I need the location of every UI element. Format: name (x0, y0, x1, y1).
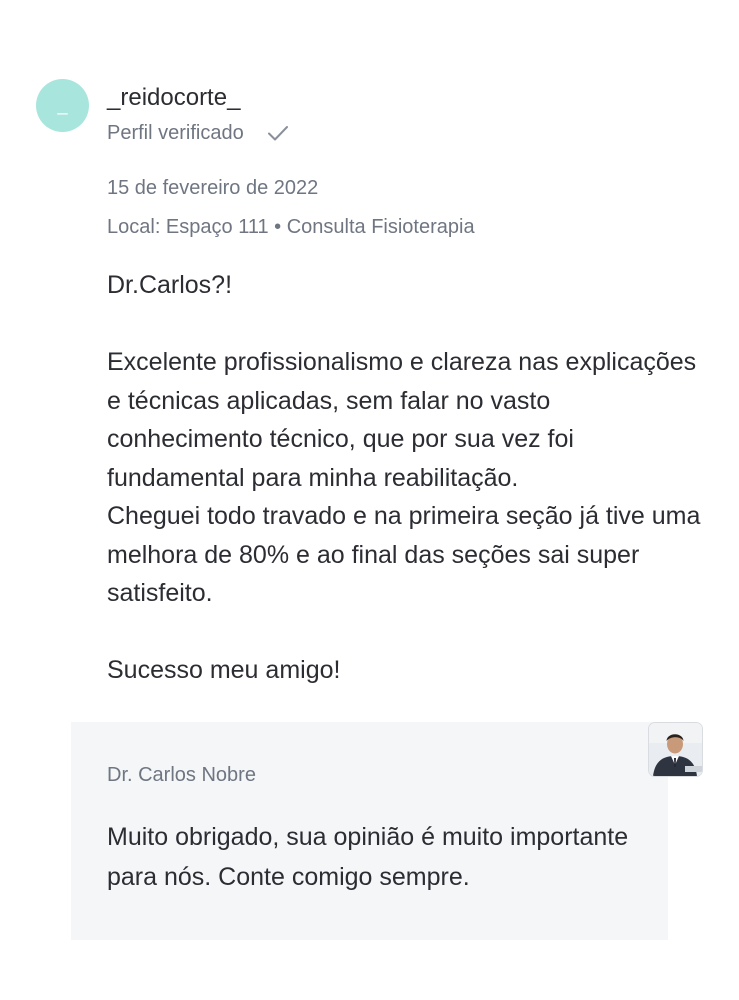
verified-profile: Perfil verificado (107, 121, 290, 145)
reviewer-username[interactable]: _reidocorte_ (107, 84, 240, 112)
review-paragraph-2: Cheguei todo travado e na primeira seção… (107, 502, 701, 607)
review-paragraph-1: Excelente profissionalismo e clareza nas… (107, 348, 697, 492)
check-icon (267, 126, 288, 141)
review-text: Dr.Carlos?! Excelente profissionalismo e… (107, 266, 707, 690)
avatar-initial: _ (57, 95, 68, 115)
doctor-avatar[interactable] (649, 723, 702, 776)
doctor-portrait-image (649, 723, 702, 776)
review-date: 15 de fevereiro de 2022 (107, 177, 319, 199)
doctor-reply: Dr. Carlos Nobre Muito obrigado, sua opi… (71, 722, 668, 940)
reply-text: Muito obrigado, sua opinião é muito impo… (107, 823, 629, 891)
review-closing: Sucesso meu amigo! (107, 656, 341, 684)
reply-author: Dr. Carlos Nobre (107, 764, 256, 786)
reviewer-avatar[interactable]: _ (36, 79, 89, 132)
review-location: Local: Espaço 111 • Consulta Fisioterapi… (107, 216, 475, 238)
verified-label: Perfil verificado (107, 121, 244, 144)
review-greeting: Dr.Carlos?! (107, 271, 233, 299)
